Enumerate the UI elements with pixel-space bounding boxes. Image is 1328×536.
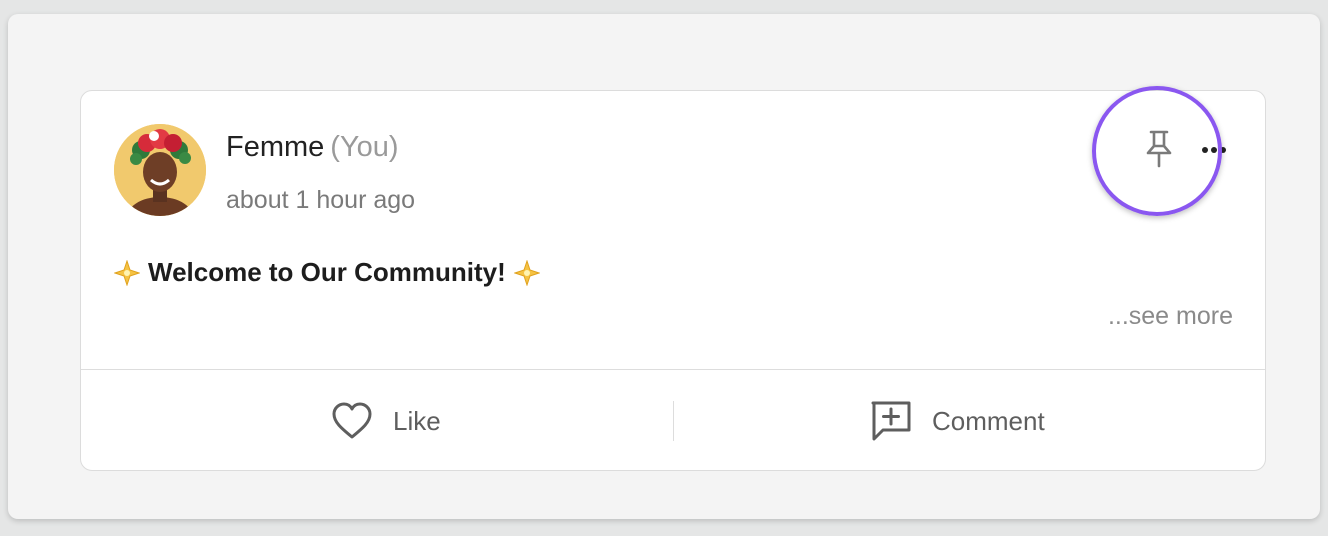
pin-button[interactable] xyxy=(1143,129,1175,169)
more-options-button[interactable] xyxy=(1200,143,1230,157)
page-frame: Femme (You) about 1 hour ago Welcome to O… xyxy=(8,14,1320,519)
like-button[interactable]: Like xyxy=(331,398,441,444)
sparkle-star-icon xyxy=(513,259,540,286)
actions-divider xyxy=(673,401,674,441)
post-content-text: Welcome to Our Community! xyxy=(148,257,506,287)
like-label: Like xyxy=(393,405,441,436)
avatar[interactable] xyxy=(114,124,206,216)
card-divider xyxy=(81,369,1265,370)
avatar-image xyxy=(114,124,206,216)
comment-button[interactable]: Comment xyxy=(870,398,1045,444)
heart-icon xyxy=(332,402,372,439)
comment-label: Comment xyxy=(932,405,1045,436)
author-you-tag: (You) xyxy=(330,131,399,163)
more-icon xyxy=(1202,147,1226,153)
post-timestamp: about 1 hour ago xyxy=(226,186,416,214)
sparkle-star-icon xyxy=(114,259,140,286)
author-name[interactable]: Femme xyxy=(226,131,324,163)
post-content: Welcome to Our Community! xyxy=(114,257,540,288)
post-card: Femme (You) about 1 hour ago Welcome to O… xyxy=(80,86,1266,471)
pin-icon xyxy=(1146,130,1172,168)
see-more-link[interactable]: ...see more xyxy=(1108,302,1233,331)
comment-add-icon xyxy=(871,401,911,441)
author-line: Femme (You) xyxy=(226,131,399,164)
